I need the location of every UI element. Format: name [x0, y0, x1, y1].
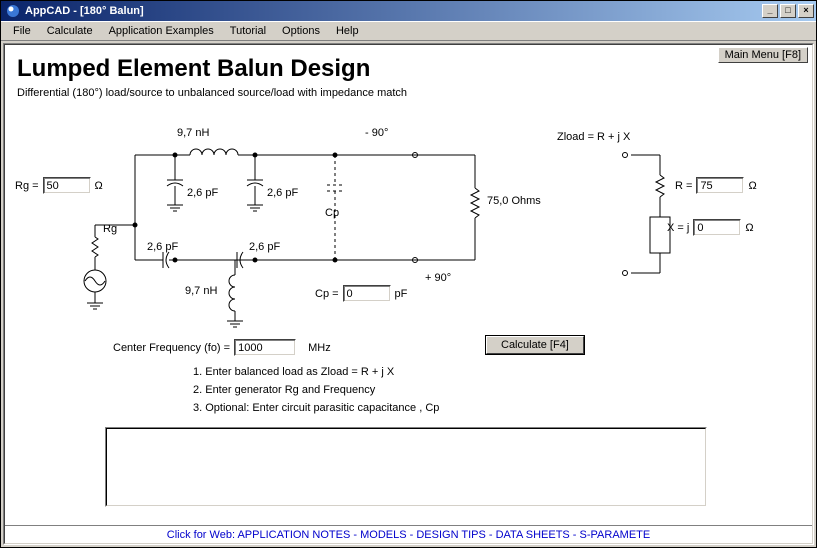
- close-button[interactable]: ×: [798, 4, 814, 18]
- rg-field: Rg = Ω: [15, 177, 103, 194]
- minimize-button[interactable]: _: [762, 4, 778, 18]
- menu-calculate[interactable]: Calculate: [39, 23, 101, 39]
- app-window: AppCAD - [180° Balun] _ □ × File Calcula…: [0, 0, 817, 548]
- page-title: Lumped Element Balun Design: [17, 55, 812, 83]
- main-menu-button[interactable]: Main Menu [F8]: [718, 47, 808, 63]
- instruction-2: 2. Enter generator Rg and Frequency: [193, 381, 439, 399]
- x-unit: Ω: [745, 222, 753, 234]
- calculate-button-wrap: Calculate [F4]: [485, 335, 585, 355]
- instructions: 1. Enter balanced load as Zload = R + j …: [193, 363, 439, 417]
- fo-field: Center Frequency (fo) = MHz: [113, 339, 331, 356]
- menu-help[interactable]: Help: [328, 23, 367, 39]
- content-area: Main Menu [F8] Lumped Element Balun Desi…: [3, 43, 814, 545]
- phase-neg-label: - 90°: [365, 127, 388, 139]
- r-input[interactable]: [696, 177, 744, 194]
- window-title: AppCAD - [180° Balun]: [25, 5, 762, 17]
- cp-field: Cp = pF: [315, 285, 407, 302]
- web-link-bar[interactable]: Click for Web: APPLICATION NOTES - MODEL…: [5, 525, 812, 543]
- rg-input[interactable]: [43, 177, 91, 194]
- inductor-top-value: 9,7 nH: [177, 127, 209, 139]
- r-field: R = Ω: [675, 177, 757, 194]
- page-subtitle: Differential (180°) load/source to unbal…: [17, 87, 812, 99]
- rg-sym-label: Rg: [103, 223, 117, 235]
- menu-application-examples[interactable]: Application Examples: [101, 23, 222, 39]
- cp-input[interactable]: [343, 285, 391, 302]
- fo-label: Center Frequency (fo) =: [113, 342, 230, 354]
- menubar: File Calculate Application Examples Tuto…: [1, 21, 816, 41]
- cap-c4-value: 2,6 pF: [249, 241, 280, 253]
- instruction-3: 3. Optional: Enter circuit parasitic cap…: [193, 399, 439, 417]
- menu-tutorial[interactable]: Tutorial: [222, 23, 274, 39]
- titlebar: AppCAD - [180° Balun] _ □ ×: [1, 1, 816, 21]
- window-controls: _ □ ×: [762, 4, 814, 18]
- instruction-1: 1. Enter balanced load as Zload = R + j …: [193, 363, 439, 381]
- results-box: [105, 427, 707, 507]
- cap-c1-value: 2,6 pF: [187, 187, 218, 199]
- cp-label: Cp: [325, 207, 339, 219]
- fo-input[interactable]: [234, 339, 296, 356]
- load-ohms-label: 75,0 Ohms: [487, 195, 527, 207]
- zload-eq-label: Zload = R + j X: [557, 131, 630, 143]
- app-icon: [5, 3, 21, 19]
- x-input[interactable]: [693, 219, 741, 236]
- rg-label: Rg =: [15, 180, 39, 192]
- cap-c3-value: 2,6 pF: [147, 241, 178, 253]
- calculate-button[interactable]: Calculate [F4]: [486, 336, 584, 354]
- cp-field-label: Cp =: [315, 288, 339, 300]
- inductor-bot-value: 9,7 nH: [185, 285, 217, 297]
- menu-options[interactable]: Options: [274, 23, 328, 39]
- x-label: X = j: [667, 222, 689, 234]
- r-unit: Ω: [748, 180, 756, 192]
- web-link-text[interactable]: Click for Web: APPLICATION NOTES - MODEL…: [167, 529, 650, 541]
- r-label: R =: [675, 180, 692, 192]
- rg-unit: Ω: [95, 180, 103, 192]
- menu-file[interactable]: File: [5, 23, 39, 39]
- x-field: X = j Ω: [667, 219, 754, 236]
- fo-unit: MHz: [308, 342, 331, 354]
- cp-unit: pF: [395, 288, 408, 300]
- phase-pos-label: + 90°: [425, 272, 451, 284]
- maximize-button[interactable]: □: [780, 4, 796, 18]
- cap-c2-value: 2,6 pF: [267, 187, 298, 199]
